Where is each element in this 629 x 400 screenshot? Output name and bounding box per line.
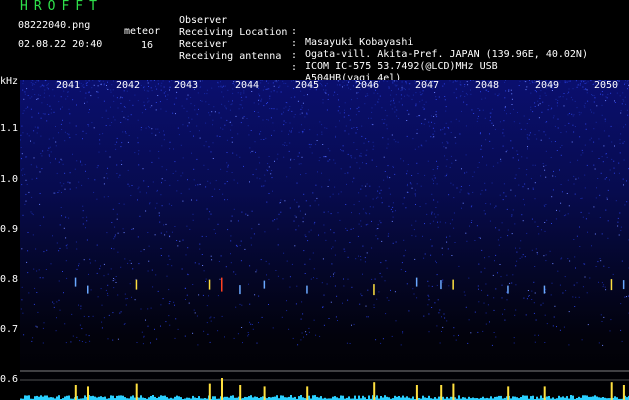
meteor-echo (221, 277, 223, 292)
activity-spike (507, 386, 510, 400)
activity-spike (87, 386, 89, 400)
info-colon: : (291, 62, 298, 73)
meteor-echo (610, 279, 613, 291)
time-tick-label: 2042 (115, 80, 141, 91)
activity-spike (135, 383, 138, 400)
activity-spike (610, 382, 613, 400)
activity-spike (622, 385, 625, 400)
y-tick-label: 0.7 (0, 324, 19, 335)
time-tick-label: 2049 (534, 80, 560, 91)
time-tick-label: 2043 (173, 80, 199, 91)
time-tick-label: 2050 (593, 80, 619, 91)
y-tick-label: 1.0 (0, 174, 19, 185)
info-value: Ogata-vill. Akita-Pref. JAPAN (139.96E, … (305, 49, 588, 60)
activity-spike (373, 382, 376, 400)
meteor-echo (415, 277, 418, 287)
activity-spike (452, 383, 455, 400)
file-name: 08222040.png (18, 20, 91, 31)
meteor-label: meteor (124, 26, 161, 37)
meteor-echo (440, 280, 442, 290)
y-tick-label: 0.6 (0, 374, 19, 385)
header-panel: HROFFT 08222040.png 02.08.22 20:40 meteo… (0, 0, 629, 84)
station-info: Observer : Masayuki Kobayashi Receiving … (179, 4, 588, 84)
y-tick-label: 0.9 (0, 224, 19, 235)
info-key: Receiving antenna (179, 51, 282, 62)
activity-spike (263, 386, 266, 400)
activity-spike (221, 378, 223, 400)
info-colon: : (291, 38, 298, 49)
activity-spike (239, 385, 242, 400)
activity-spike (415, 385, 418, 400)
info-colon: : (291, 26, 298, 37)
meteor-count: 16 (141, 40, 154, 51)
activity-spike (543, 386, 546, 400)
info-row-antenna: Receiving antenna : A504HB(yagi 4el) (179, 40, 401, 84)
meteor-echo (543, 285, 546, 294)
activity-spike (440, 385, 443, 400)
app-title: HROFFT (20, 0, 103, 14)
time-tick-label: 2047 (414, 80, 440, 91)
y-tick-label: 0.8 (0, 274, 19, 285)
meteor-echo (622, 280, 625, 290)
meteor-echo (135, 279, 138, 290)
info-row-location: Receiving Location : Ogata-vill. Akita-P… (179, 16, 588, 60)
meteor-echo (306, 285, 308, 294)
meteor-echo (507, 285, 509, 294)
date-time: 02.08.22 20:40 (18, 39, 103, 50)
time-tick-label: 2048 (474, 80, 500, 91)
info-value: Masayuki Kobayashi (305, 37, 414, 48)
activity-spike (208, 383, 211, 400)
time-axis: 2041 2042 2043 2044 2045 2046 2047 2048 2049 2050 (20, 80, 629, 94)
spectrogram (20, 80, 629, 400)
info-colon: : (291, 50, 298, 61)
time-tick-label: 2045 (294, 80, 320, 91)
info-value: ICOM IC-575 53.7492(@LCD)MHz USB (305, 61, 498, 72)
time-tick-label: 2046 (354, 80, 380, 91)
meteor-echo (263, 280, 266, 289)
meteor-echo (74, 277, 77, 287)
meteor-echo (87, 285, 89, 294)
meteor-echo (239, 285, 241, 295)
meteor-echo (452, 279, 454, 290)
y-tick-label: 1.1 (0, 123, 19, 134)
frequency-axis: 1.1 1.0 0.9 0.8 0.7 0.6 (0, 80, 20, 400)
meteor-echo (208, 279, 211, 290)
info-row-receiver: Receiver : ICOM IC-575 53.7492(@LCD)MHz … (179, 28, 498, 72)
time-tick-label: 2041 (55, 80, 81, 91)
activity-spike (74, 385, 77, 400)
info-row-observer: Observer : Masayuki Kobayashi (179, 4, 413, 48)
meteor-echo (373, 284, 375, 296)
activity-spike (306, 386, 309, 400)
spectrogram-panel: 2041 2042 2043 2044 2045 2046 2047 2048 2049 2050 (20, 80, 629, 400)
time-tick-label: 2044 (234, 80, 260, 91)
